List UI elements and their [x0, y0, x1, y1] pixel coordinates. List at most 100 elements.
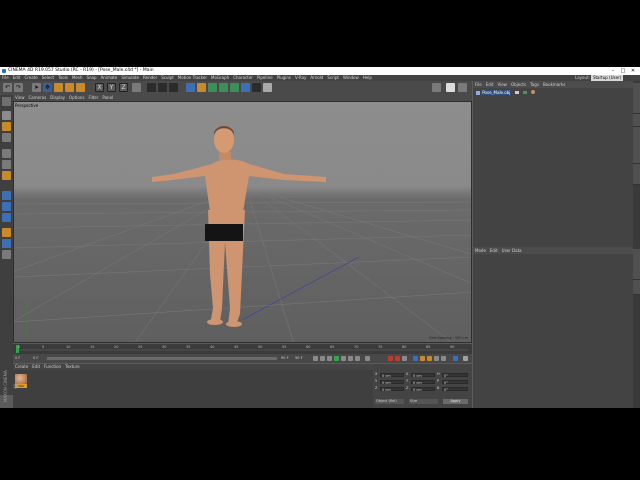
subdivision-surface-icon[interactable] — [208, 83, 217, 92]
size-mode-dropdown[interactable]: Size — [409, 399, 438, 404]
coordinate-system-icon[interactable] — [132, 83, 141, 92]
viewport-layout-icon[interactable] — [446, 83, 455, 92]
maximize-button[interactable]: □ — [618, 67, 628, 75]
tab-structure[interactable] — [633, 164, 640, 185]
frame-current-field[interactable]: 0 F — [33, 356, 38, 360]
tab-objects[interactable] — [633, 83, 640, 114]
array-icon[interactable] — [219, 83, 228, 92]
frame-start-field[interactable]: 0 F — [15, 356, 20, 360]
live-selection-icon[interactable]: ➤ — [32, 83, 41, 92]
light-icon[interactable] — [263, 83, 272, 92]
viewport-nav-icon[interactable] — [432, 83, 441, 92]
tick-label: 30 — [162, 345, 167, 349]
tab-content-browser[interactable] — [633, 127, 640, 164]
attr-menu-user-data[interactable]: User Data — [500, 247, 524, 254]
tab-attributes[interactable] — [633, 249, 640, 280]
material-tag-icon[interactable] — [531, 90, 535, 94]
perspective-viewport[interactable]: Perspective Grid Spacing: 100 cm — [13, 101, 472, 343]
play-icon[interactable] — [334, 356, 339, 361]
preview-range-slider[interactable] — [47, 357, 277, 360]
object-menu-edit[interactable]: Edit — [484, 81, 496, 88]
next-key-icon[interactable] — [348, 356, 353, 361]
position-z-field[interactable]: 0 cm — [380, 386, 404, 392]
object-menu-objects[interactable]: Objects — [509, 81, 528, 88]
tick-label: 0 — [18, 345, 21, 349]
x-axis-lock-icon[interactable]: X — [95, 83, 104, 92]
position-key-icon[interactable] — [413, 356, 418, 361]
minimize-button[interactable]: – — [608, 67, 618, 75]
frame-end-field[interactable]: 90 F — [281, 356, 289, 360]
tab-layers[interactable] — [633, 280, 640, 295]
attr-menu-edit[interactable]: Edit — [488, 247, 500, 254]
redo-icon[interactable]: ↷ — [14, 83, 23, 92]
scale-key-icon[interactable] — [420, 356, 425, 361]
make-editable-icon[interactable] — [2, 97, 11, 106]
texture-mode-icon[interactable] — [2, 122, 11, 131]
deformer-icon[interactable] — [230, 83, 239, 92]
locked-workplane-icon[interactable] — [2, 228, 11, 237]
undo-icon[interactable]: ↶ — [3, 83, 12, 92]
prev-frame-icon[interactable] — [327, 356, 332, 361]
prev-key-icon[interactable] — [320, 356, 325, 361]
loop-icon[interactable] — [365, 356, 370, 361]
timeline-ruler[interactable]: 0 5 10 15 20 25 30 35 40 45 50 55 60 65 … — [13, 344, 472, 354]
snap-icon[interactable] — [2, 213, 11, 222]
tab-takes[interactable] — [633, 114, 640, 127]
rotation-b-field[interactable]: 0° — [442, 386, 468, 392]
object-manager-menu: File Edit View Objects Tags Bookmarks — [473, 81, 633, 88]
pla-key-icon[interactable] — [441, 356, 446, 361]
enabled-checkmark-icon[interactable] — [523, 91, 527, 94]
keyframe-selection-icon[interactable] — [402, 356, 407, 361]
camera-icon[interactable] — [252, 83, 261, 92]
coordinate-mode-dropdown[interactable]: Object (Rel) — [375, 399, 404, 404]
tweak-mode-icon[interactable] — [2, 202, 11, 211]
record-key-icon[interactable] — [388, 356, 393, 361]
apply-button[interactable]: Apply — [443, 399, 468, 404]
frame-max-field[interactable]: 90 F — [295, 356, 303, 360]
z-axis-lock-icon[interactable]: Z — [119, 83, 128, 92]
goto-start-icon[interactable] — [313, 356, 318, 361]
size-x-field[interactable]: 0 cm — [411, 372, 435, 378]
object-menu-file[interactable]: File — [473, 81, 484, 88]
object-menu-view[interactable]: View — [495, 81, 509, 88]
position-y-field[interactable]: 0 cm — [380, 379, 404, 385]
points-mode-icon[interactable] — [2, 149, 11, 158]
cube-primitive-icon[interactable] — [186, 83, 195, 92]
position-x-field[interactable]: 0 cm — [380, 372, 404, 378]
rotation-p-field[interactable]: 0° — [442, 379, 468, 385]
enable-axis-icon[interactable] — [2, 191, 11, 200]
parameter-key-icon[interactable] — [434, 356, 439, 361]
pen-spline-icon[interactable] — [197, 83, 206, 92]
edges-mode-icon[interactable] — [2, 160, 11, 169]
object-menu-tags[interactable]: Tags — [528, 81, 541, 88]
move-tool-icon[interactable]: ✥ — [43, 83, 52, 92]
object-menu-bookmarks[interactable]: Bookmarks — [541, 81, 567, 88]
goto-end-icon[interactable] — [355, 356, 360, 361]
rotation-h-field[interactable]: 0° — [442, 372, 468, 378]
next-frame-icon[interactable] — [341, 356, 346, 361]
render-picture-viewer-icon[interactable] — [158, 83, 167, 92]
y-axis-lock-icon[interactable]: Y — [107, 83, 116, 92]
environment-icon[interactable] — [241, 83, 250, 92]
scale-tool-icon[interactable] — [54, 83, 63, 92]
planar-workplane-icon[interactable] — [2, 239, 11, 248]
workplane-mode-icon[interactable] — [2, 133, 11, 142]
layout-list-icon[interactable] — [453, 356, 458, 361]
render-settings-icon[interactable] — [169, 83, 178, 92]
close-button[interactable]: ✕ — [628, 67, 638, 75]
visibility-toggle-icon[interactable] — [515, 91, 519, 94]
rotation-key-icon[interactable] — [427, 356, 432, 361]
render-view-icon[interactable] — [147, 83, 156, 92]
timeline-menu-icon[interactable] — [463, 356, 468, 361]
size-z-field[interactable]: 0 cm — [411, 386, 435, 392]
viewport-toggle-icon[interactable] — [458, 83, 467, 92]
size-y-field[interactable]: 0 cm — [411, 379, 435, 385]
model-mode-icon[interactable] — [2, 111, 11, 120]
recent-tools-icon[interactable] — [76, 83, 85, 92]
rotate-tool-icon[interactable] — [65, 83, 74, 92]
autokey-icon[interactable] — [395, 356, 400, 361]
object-list-item[interactable]: Pose_Male.obj — [476, 90, 546, 95]
polygons-mode-icon[interactable] — [2, 171, 11, 180]
attr-menu-mode[interactable]: Mode — [473, 247, 488, 254]
solo-icon[interactable] — [2, 250, 11, 259]
